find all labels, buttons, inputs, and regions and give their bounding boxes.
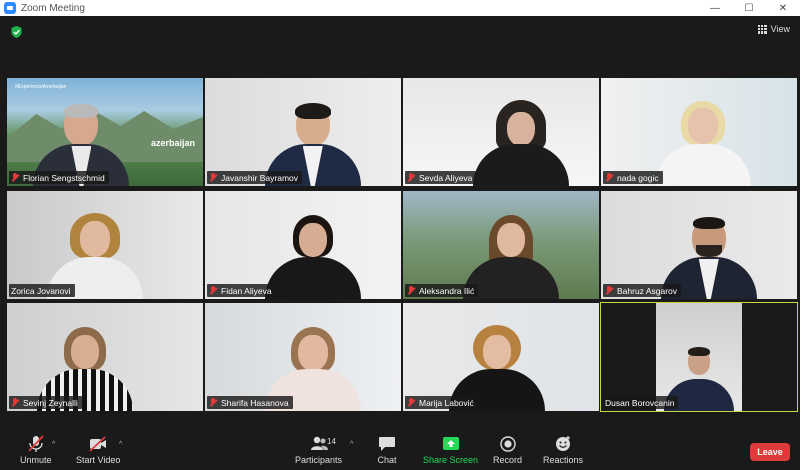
- close-button[interactable]: ✕: [766, 0, 800, 16]
- window-title-bar: Zoom Meeting — ☐ ✕: [0, 0, 800, 16]
- video-tile[interactable]: Sharifa Hasanova: [205, 303, 401, 411]
- banner-hashtag: #ExperienceAzerbaijan: [15, 84, 67, 90]
- meeting-toolbar: Unmute ^ Start Video ^ Participants 14 ^…: [0, 432, 800, 470]
- chat-label: Chat: [377, 455, 397, 465]
- start-video-button[interactable]: Start Video: [76, 435, 120, 465]
- participant-name: Florian Sengstschmid: [23, 172, 105, 183]
- share-screen-button[interactable]: Share Screen: [423, 435, 478, 465]
- mic-muted-icon: [11, 173, 19, 182]
- minimize-button[interactable]: —: [698, 0, 732, 16]
- record-icon: [499, 436, 516, 452]
- participant-name-tag: Marija Labović: [405, 396, 478, 409]
- banner-brand: azerbaijan: [150, 138, 195, 148]
- maximize-button[interactable]: ☐: [732, 0, 766, 16]
- video-tile[interactable]: Sevda Aliyeva: [403, 78, 599, 186]
- record-label: Record: [493, 455, 523, 465]
- view-label: View: [770, 24, 790, 34]
- audio-options-caret-icon[interactable]: ^: [52, 441, 55, 448]
- unmute-label: Unmute: [20, 455, 52, 465]
- reactions-label: Reactions: [543, 455, 584, 465]
- reactions-button[interactable]: Reactions: [543, 435, 583, 465]
- window-controls: — ☐ ✕: [698, 0, 800, 16]
- participants-options-caret-icon[interactable]: ^: [350, 441, 353, 448]
- mic-muted-icon: [407, 398, 415, 407]
- participant-name-tag: Fidan Aliyeva: [207, 284, 276, 297]
- view-button[interactable]: View: [757, 24, 790, 34]
- participant-name: Aleksandra Ilić: [419, 285, 475, 296]
- participant-name: Bahruz Asgarov: [617, 285, 678, 296]
- window-title: Zoom Meeting: [21, 2, 85, 14]
- participant-name: Sevinj Zeynalli: [23, 397, 78, 408]
- participant-name-tag: Javanshir Bayramov: [207, 171, 303, 184]
- share-screen-label: Share Screen: [423, 455, 479, 465]
- participant-name: Javanshir Bayramov: [221, 172, 299, 183]
- video-tile[interactable]: Aleksandra Ilić: [403, 191, 599, 299]
- unmute-button[interactable]: Unmute: [20, 435, 52, 465]
- participant-name-tag: Sharifa Hasanova: [207, 396, 293, 409]
- participant-name: Zorica Jovanovi: [11, 285, 71, 296]
- gallery-view: #ExperienceAzerbaijan azerbaijan Florian…: [0, 46, 800, 432]
- zoom-app-icon: [4, 2, 16, 14]
- participant-name-tag: Sevda Aliyeva: [405, 171, 477, 184]
- video-tile[interactable]: Bahruz Asgarov: [601, 191, 797, 299]
- participant-name-tag: Sevinj Zeynalli: [9, 396, 82, 409]
- participants-count: 14: [327, 437, 336, 446]
- mic-muted-icon: [28, 435, 44, 452]
- start-video-label: Start Video: [76, 455, 121, 465]
- meeting-top-bar: View: [0, 16, 800, 46]
- participant-video: [654, 101, 751, 186]
- mic-muted-icon: [209, 173, 217, 182]
- participant-name-tag: Dusan Borovcanin: [603, 396, 679, 409]
- record-button[interactable]: Record: [493, 435, 522, 465]
- mic-muted-icon: [209, 286, 217, 295]
- shield-check-icon[interactable]: [11, 26, 22, 38]
- grid-view-icon: [757, 24, 767, 34]
- share-screen-icon: [442, 437, 459, 450]
- participant-name-tag: Bahruz Asgarov: [603, 284, 682, 297]
- mic-muted-icon: [209, 398, 217, 407]
- participant-name: Dusan Borovcanin: [605, 397, 675, 408]
- video-tile[interactable]: Zorica Jovanovi: [7, 191, 203, 299]
- video-tile[interactable]: Sevinj Zeynalli: [7, 303, 203, 411]
- video-tile[interactable]: Fidan Aliyeva: [205, 191, 401, 299]
- participant-name: Marija Labović: [419, 397, 474, 408]
- smiley-reaction-icon: [556, 436, 571, 451]
- participant-name: nada gogic: [617, 172, 659, 183]
- participant-name-tag: Aleksandra Ilić: [405, 284, 479, 297]
- participant-name: Sevda Aliyeva: [419, 172, 473, 183]
- video-tile[interactable]: #ExperienceAzerbaijan azerbaijan Florian…: [7, 78, 203, 186]
- mic-muted-icon: [407, 286, 415, 295]
- mic-muted-icon: [11, 398, 19, 407]
- participant-video: [472, 100, 569, 186]
- participant-name: Fidan Aliyeva: [221, 285, 272, 296]
- leave-button[interactable]: Leave: [750, 443, 790, 461]
- mic-muted-icon: [605, 173, 613, 182]
- mic-muted-icon: [605, 286, 613, 295]
- video-tile-active-speaker[interactable]: Dusan Borovcanin: [600, 302, 798, 412]
- participant-video: [264, 215, 361, 299]
- chat-button[interactable]: Chat: [377, 435, 397, 465]
- chat-icon: [379, 437, 395, 451]
- participants-label: Participants: [295, 455, 343, 465]
- mic-muted-icon: [407, 173, 415, 182]
- video-tile[interactable]: Javanshir Bayramov: [205, 78, 401, 186]
- participant-name: Sharifa Hasanova: [221, 397, 289, 408]
- participant-name-tag: nada gogic: [603, 171, 663, 184]
- participants-icon: [310, 436, 328, 450]
- participant-name-tag: Florian Sengstschmid: [9, 171, 109, 184]
- video-off-icon: [89, 436, 107, 452]
- video-options-caret-icon[interactable]: ^: [119, 441, 122, 448]
- participant-name-tag: Zorica Jovanovi: [9, 284, 75, 297]
- video-tile[interactable]: nada gogic: [601, 78, 797, 186]
- video-tile[interactable]: Marija Labović: [403, 303, 599, 411]
